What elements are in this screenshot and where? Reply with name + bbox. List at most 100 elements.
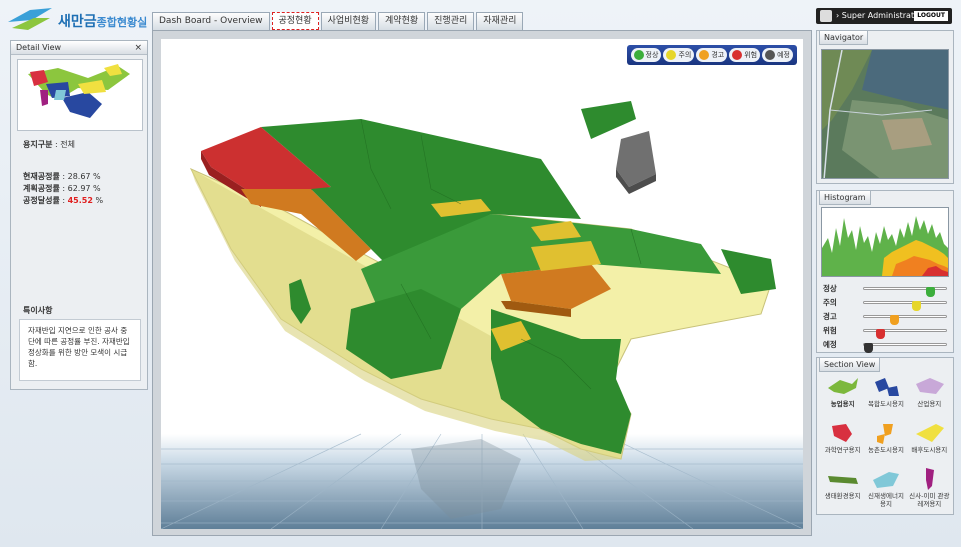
histogram-chart [821,207,949,277]
histogram-slider-warning: 경고 [823,311,949,325]
tab-progress-management[interactable]: 진행관리 [427,12,475,30]
slider-knob[interactable] [890,315,899,325]
zone-info: 용지구분 : 전체 [23,139,75,150]
slider-knob[interactable] [926,287,935,297]
map-canvas[interactable]: 정상 주의 경고 위험 예정 [161,39,803,529]
histogram-graph [822,216,948,276]
section-item-ecology[interactable]: 생태환경용지 [821,466,864,508]
section-label: 신사-이미 관광레져용지 [909,492,950,508]
slider-knob[interactable] [864,343,873,353]
section-item-rural-city[interactable]: 농촌도시용지 [864,420,907,462]
logo-text: 새만금종합현황실 [58,11,147,31]
main-tabs: Dash Board - Overview 공정현황 사업비현황 계약현황 진행… [152,12,524,30]
tab-project-cost[interactable]: 사업비현황 [320,12,377,30]
histogram-slider-normal: 정상 [823,283,949,297]
stat-value: : 28.67 % [62,172,101,181]
section-item-back-city[interactable]: 배후도시용지 [908,420,951,462]
legend-dot-icon [666,50,677,60]
detail-thumbnail [17,59,143,131]
section-view-title: Section View [819,358,881,372]
navigator-panel: Navigator [816,30,954,184]
stat-label: 계획공정률 [23,184,60,193]
complex-city-land-icon [874,378,899,396]
tab-material-management[interactable]: 자재관리 [476,12,524,30]
user-icon [820,10,832,22]
histogram-panel: Histogram 정상 주의 경고 위험 예정 [816,190,954,353]
section-label: 과학연구용지 [824,446,861,454]
stat-value: : 62.97 % [62,184,101,193]
section-item-renewable[interactable]: 신재생에너지 용지 [864,466,907,508]
stat-value-highlight: 45.52 [67,196,93,205]
renewable-energy-land-icon [872,472,899,488]
industrial-land-icon [916,378,945,394]
section-label: 농업용지 [830,400,855,408]
tab-dashboard-overview[interactable]: Dash Board - Overview [152,12,270,30]
legend-item-normal[interactable]: 정상 [630,48,662,62]
tab-process-status[interactable]: 공정현황 [271,12,319,30]
section-label: 생태환경용지 [824,492,861,500]
slider-track[interactable] [863,315,947,325]
section-item-science[interactable]: 과학연구용지 [821,420,864,462]
logout-button[interactable]: LOGOUT [914,11,948,21]
slider-knob[interactable] [912,301,921,311]
legend-label: 위험 [744,51,758,59]
detail-view-title: Detail View [16,43,62,52]
histogram-slider-danger: 위험 [823,325,949,339]
legend-item-caution[interactable]: 주의 [663,48,695,62]
user-bar: › Super Administrator LOGOUT [816,8,952,24]
ecology-land-icon [827,476,858,484]
slider-label: 경고 [823,312,837,321]
slider-label: 위험 [823,326,837,335]
legend-item-scheduled[interactable]: 예정 [762,48,793,62]
histogram-slider-caution: 주의 [823,297,949,311]
legend-dot-icon [732,50,743,60]
notice-title: 특이사항 [23,306,53,315]
stat-planned: 계획공정률 : 62.97 % [23,183,101,194]
zone-value: : 전체 [55,140,75,149]
section-label: 복합도시용지 [868,400,904,408]
legend-item-warning[interactable]: 경고 [696,48,728,62]
slider-label: 예정 [823,340,837,349]
section-grid: 농업용지 복합도시용지 산업용지 과학연구용지 농촌도시용지 배후도시용지 생태… [821,374,951,508]
back-city-land-icon [916,424,945,442]
histogram-slider-scheduled: 예정 [823,339,949,353]
slider-track[interactable] [863,329,947,339]
slider-track[interactable] [863,287,947,297]
stat-label: 공정달성률 [23,196,60,205]
stat-label: 현재공정률 [23,172,60,181]
stat-achievement: 공정달성률 : 45.52 % [23,195,103,206]
section-label: 신재생에너지 용지 [868,492,904,508]
slider-knob[interactable] [876,329,885,339]
logo-mark-icon [8,8,52,30]
stat-current: 현재공정률 : 28.67 % [23,171,101,182]
close-icon[interactable]: × [134,41,142,55]
legend-dot-icon [699,50,710,60]
slider-track[interactable] [863,301,947,311]
legend-item-danger[interactable]: 위험 [729,48,761,62]
logo: 새만금종합현황실 [6,4,156,34]
section-label: 산업용지 [917,400,942,408]
section-view-panel: Section View 농업용지 복합도시용지 산업용지 과학연구용지 농촌도… [816,357,954,515]
legend-label: 주의 [678,51,692,59]
navigator-map[interactable] [821,49,949,179]
stat-value-suffix: % [92,196,104,205]
section-label: 농촌도시용지 [868,446,904,454]
agriculture-land-icon [827,378,858,394]
tourism-leisure-land-icon [926,468,935,490]
section-item-agriculture[interactable]: 농업용지 [821,374,864,416]
science-research-land-icon [831,424,852,442]
slider-track[interactable] [863,343,947,353]
rural-city-land-icon [876,424,893,444]
section-item-tourism[interactable]: 신사-이미 관광레져용지 [908,466,951,508]
section-item-industrial[interactable]: 산업용지 [908,374,951,416]
land-3d-map [161,101,803,529]
legend-label: 예정 [777,51,790,59]
section-item-complex-city[interactable]: 복합도시용지 [864,374,907,416]
detail-map-thumbnail [28,64,130,118]
detail-view-panel: Detail View × 용지구분 : 전체 현재공정률 : 28.67 % … [10,40,148,390]
logo-main-text: 새만금 [58,14,97,30]
tab-contract-status[interactable]: 계약현황 [378,12,426,30]
navigator-title: Navigator [819,31,869,45]
status-legend: 정상 주의 경고 위험 예정 [626,45,797,65]
zone-label: 용지구분 [23,140,53,149]
